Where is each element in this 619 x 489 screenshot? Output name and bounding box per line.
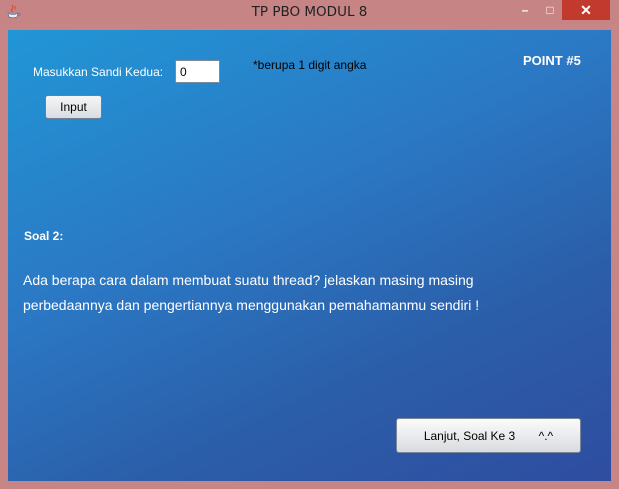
close-icon[interactable]: ✕ bbox=[562, 0, 610, 20]
question-text: Ada berapa cara dalam membuat suatu thre… bbox=[23, 268, 543, 318]
app-window: TP PBO MODUL 8 – □ ✕ Masukkan Sandi Kedu… bbox=[0, 0, 619, 489]
question-number-label: Soal 2: bbox=[24, 229, 64, 243]
hint-text: *berupa 1 digit angka bbox=[253, 58, 367, 72]
question-line-1: Ada berapa cara dalam membuat suatu thre… bbox=[23, 272, 474, 288]
main-panel: Masukkan Sandi Kedua: *berupa 1 digit an… bbox=[8, 30, 611, 481]
input-button[interactable]: Input bbox=[45, 95, 102, 119]
point-label: POINT #5 bbox=[523, 53, 581, 68]
question-line-2: perbedaannya dan pengertiannya menggunak… bbox=[23, 297, 480, 313]
sandi-input[interactable] bbox=[175, 60, 220, 83]
title-bar[interactable]: TP PBO MODUL 8 – □ ✕ bbox=[0, 0, 619, 24]
minimize-icon[interactable]: – bbox=[512, 0, 538, 20]
next-question-button[interactable]: Lanjut, Soal Ke 3 ^.^ bbox=[396, 418, 581, 453]
sandi-label: Masukkan Sandi Kedua: bbox=[33, 65, 164, 79]
maximize-icon[interactable]: □ bbox=[538, 0, 562, 20]
